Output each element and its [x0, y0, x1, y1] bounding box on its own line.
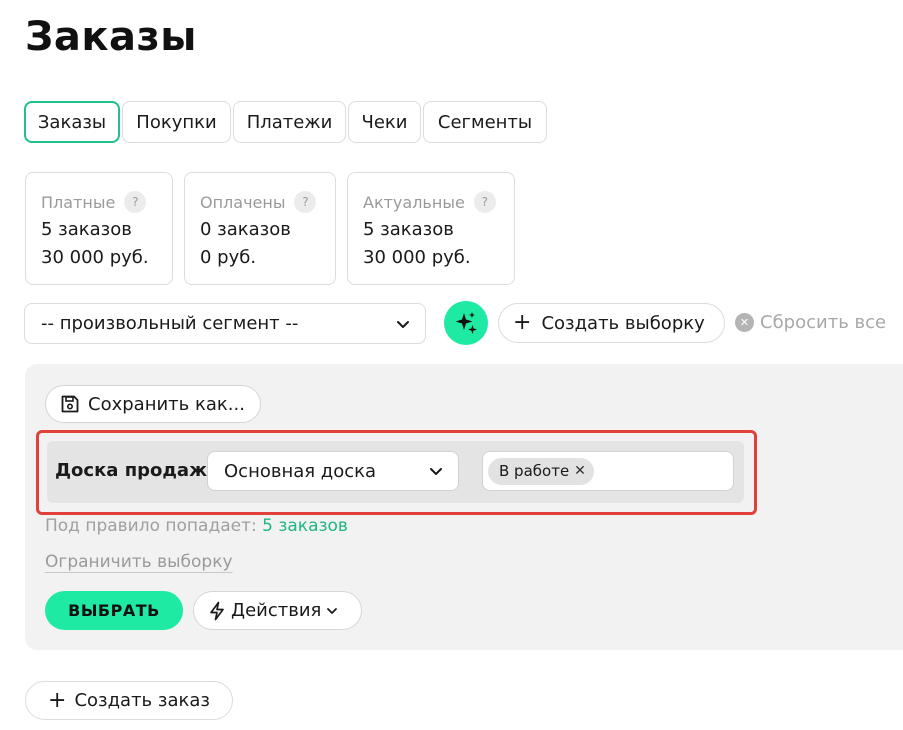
actions-button[interactable]: Действия	[193, 591, 362, 630]
filter-rule-row: Доска продаж Основная доска В работе ✕	[47, 441, 744, 503]
stage-tag: В работе ✕	[488, 457, 594, 485]
tab-receipts[interactable]: Чеки	[348, 101, 421, 143]
stat-card-paid-out: Оплачены ? 0 заказов 0 руб.	[184, 172, 336, 285]
create-selection-label: Создать выборку	[541, 312, 705, 334]
lightning-icon	[210, 601, 224, 620]
match-prefix: Под правило попадает:	[45, 516, 257, 536]
stats-row: Платные ? 5 заказов 30 000 руб. Оплачены…	[25, 172, 515, 285]
match-count-link[interactable]: 5 заказов	[262, 516, 348, 536]
tab-orders[interactable]: Заказы	[24, 101, 120, 143]
stat-amount: 0 руб.	[200, 247, 257, 268]
sparkle-icon	[455, 312, 477, 334]
filter-panel: Сохранить как... Доска продаж Основная д…	[25, 364, 903, 650]
segment-select-value: -- произвольный сегмент --	[41, 313, 299, 334]
board-select-value: Основная доска	[224, 460, 377, 482]
reset-all-label: Сбросить все	[760, 312, 887, 333]
tab-payments[interactable]: Платежи	[233, 101, 346, 143]
limit-selection-link[interactable]: Ограничить выборку	[45, 552, 233, 572]
stat-card-actual: Актуальные ? 5 заказов 30 000 руб.	[347, 172, 515, 285]
stage-tag-label: В работе	[499, 462, 570, 480]
tab-segments[interactable]: Сегменты	[423, 101, 547, 143]
reset-all-link[interactable]: ✕ Сбросить все	[735, 312, 886, 333]
board-select[interactable]: Основная доска	[207, 451, 459, 491]
save-as-button[interactable]: Сохранить как...	[45, 385, 261, 423]
page-title: Заказы	[25, 14, 197, 60]
stat-title: Актуальные	[363, 192, 465, 212]
create-selection-button[interactable]: + Создать выборку	[498, 303, 725, 343]
plus-icon: +	[513, 310, 532, 335]
close-icon[interactable]: ✕	[574, 463, 586, 479]
ai-sparkle-button[interactable]	[444, 301, 488, 345]
stat-amount: 30 000 руб.	[363, 247, 471, 268]
actions-label: Действия	[231, 600, 322, 621]
floppy-disk-icon	[61, 395, 79, 413]
tabs: Заказы Покупки Платежи Чеки Сегменты	[24, 101, 547, 143]
save-as-label: Сохранить как...	[88, 393, 245, 415]
help-icon[interactable]: ?	[294, 191, 317, 213]
stat-title: Оплачены	[200, 192, 286, 212]
create-order-button[interactable]: + Создать заказ	[25, 681, 233, 720]
help-icon[interactable]: ?	[473, 191, 496, 213]
chevron-down-icon	[430, 468, 442, 475]
stat-card-paid: Платные ? 5 заказов 30 000 руб.	[25, 172, 173, 285]
stat-title: Платные	[41, 192, 116, 212]
chevron-down-icon	[327, 607, 338, 614]
help-icon[interactable]: ?	[124, 191, 147, 213]
stat-count: 5 заказов	[41, 219, 132, 240]
match-summary: Под правило попадает: 5 заказов	[45, 516, 348, 536]
select-button[interactable]: ВЫБРАТЬ	[45, 591, 183, 630]
plus-icon: +	[48, 687, 67, 713]
stage-tag-input[interactable]: В работе ✕	[482, 451, 734, 491]
chevron-down-icon	[397, 320, 409, 328]
stat-amount: 30 000 руб.	[41, 247, 149, 268]
highlight-frame: Доска продаж Основная доска В работе ✕	[36, 430, 757, 515]
create-order-label: Создать заказ	[74, 690, 210, 711]
rule-label: Доска продаж	[55, 460, 207, 481]
stat-count: 5 заказов	[363, 219, 454, 240]
segment-select[interactable]: -- произвольный сегмент --	[24, 303, 426, 344]
close-circle-icon: ✕	[735, 313, 754, 332]
tab-purchases[interactable]: Покупки	[122, 101, 231, 143]
stat-count: 0 заказов	[200, 219, 291, 240]
